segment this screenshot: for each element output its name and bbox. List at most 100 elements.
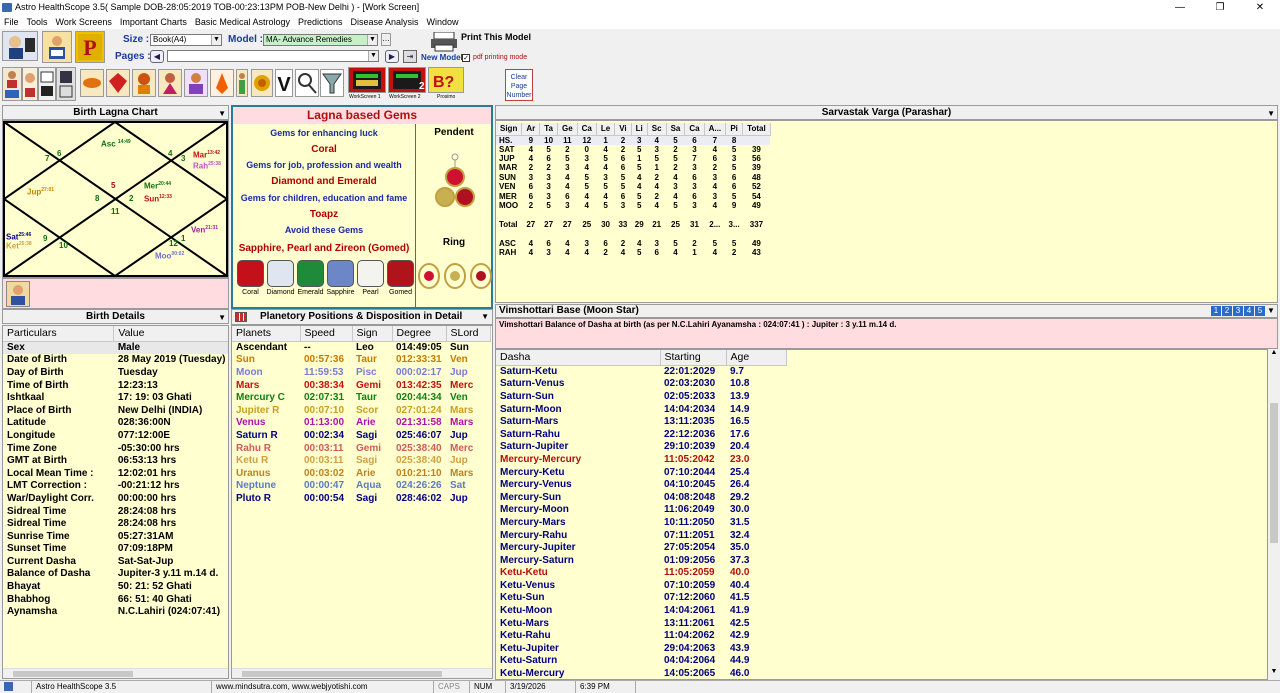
pages-go-icon[interactable]: ⇥ — [403, 50, 417, 63]
person-reading-icon[interactable] — [42, 31, 72, 63]
report-icon[interactable] — [56, 67, 76, 101]
menu-important-charts[interactable]: Important Charts — [116, 15, 191, 29]
pdf-mode-checkbox[interactable]: ✓ — [462, 54, 470, 62]
minimize-button[interactable]: — — [1160, 0, 1200, 15]
pages-select[interactable]: ▼ — [167, 50, 379, 62]
chevron-down-icon[interactable]: ▼ — [1267, 107, 1275, 120]
astrologer-icon[interactable] — [2, 31, 38, 61]
sarvastak-col-header[interactable]: Pi — [725, 123, 744, 136]
person-icon[interactable] — [6, 281, 30, 307]
sarvastak-cell: 5 — [546, 201, 551, 211]
new-model-button[interactable]: New Model — [421, 53, 463, 62]
sarvastak-col-header[interactable]: Sc — [647, 123, 667, 136]
family-icon[interactable] — [2, 67, 22, 101]
birth-detail-row: Bhabhog 66: 51: 40 Ghati — [3, 593, 228, 606]
clear-page-number-button[interactable]: Clear Page Number — [505, 69, 533, 101]
col-sign[interactable]: Sign — [352, 326, 393, 342]
sarvastak-col-header[interactable]: Sa — [666, 123, 686, 136]
sarvastak-col-header[interactable]: Ca — [577, 123, 597, 136]
col-dasha[interactable]: Dasha — [496, 350, 661, 366]
sarvastak-col-header[interactable]: A... — [704, 123, 727, 136]
sarvastak-header[interactable]: Sarvastak Varga (Parashar) ▼ — [495, 105, 1278, 120]
workscreen-2-icon[interactable]: 2 — [388, 67, 426, 93]
restore-button[interactable]: ❐ — [1200, 0, 1240, 15]
lady-icon[interactable] — [158, 69, 182, 97]
scroll-down-icon[interactable]: ▼ — [1268, 668, 1280, 678]
filter-icon[interactable] — [320, 69, 344, 97]
vimshottari-tab-4[interactable]: 4 — [1244, 306, 1254, 316]
scroll-up-icon[interactable]: ▲ — [1268, 349, 1280, 359]
scrollbar-thumb[interactable] — [13, 671, 133, 677]
deity-icon[interactable] — [132, 69, 156, 97]
menu-disease-analysis[interactable]: Disease Analysis — [347, 15, 423, 29]
menu-tools[interactable]: Tools — [23, 15, 52, 29]
figure-icon[interactable] — [236, 69, 248, 97]
chevron-down-icon[interactable]: ▼ — [218, 107, 226, 120]
flame-icon[interactable] — [210, 69, 234, 97]
prosimo-icon[interactable]: B? — [428, 67, 464, 93]
col-planets[interactable]: Planets — [232, 326, 301, 342]
print-model-button[interactable]: Print This Model — [460, 33, 532, 42]
v-icon[interactable]: V — [275, 69, 293, 97]
col-slord[interactable]: SLord — [446, 326, 491, 342]
house-number: 1 — [181, 234, 186, 243]
sarvastak-cell: 3 — [546, 247, 551, 257]
birth-details-scrollbar[interactable] — [3, 668, 228, 678]
fish-icon[interactable] — [80, 69, 104, 97]
sarvastak-cell: 4 — [636, 172, 642, 182]
gem-icon[interactable] — [106, 69, 130, 97]
menu-work-screens[interactable]: Work Screens — [52, 15, 116, 29]
sarvastak-col-header[interactable]: Ca — [684, 123, 705, 136]
planetary-header[interactable]: Planetory Positions & Disposition in Det… — [231, 309, 493, 325]
sarvastak-col-header[interactable]: Sign — [496, 123, 523, 136]
col-particulars[interactable]: Particulars — [3, 326, 115, 342]
sarvastak-col-header[interactable]: Le — [596, 123, 616, 136]
planetary-scrollbar[interactable] — [232, 668, 492, 678]
worship-icon[interactable] — [184, 69, 208, 97]
menu-file[interactable]: File — [0, 15, 23, 29]
sarvastak-col-header[interactable]: Ta — [539, 123, 558, 136]
sun-icon[interactable] — [251, 69, 273, 97]
birth-lagna-chart-header[interactable]: Birth Lagna Chart ▼ — [2, 105, 229, 120]
size-select[interactable]: Book(A4) ▼ — [150, 34, 222, 46]
col-starting[interactable]: Starting — [660, 350, 727, 366]
emerald-stone-icon — [297, 260, 324, 287]
col-degree[interactable]: Degree — [392, 326, 447, 342]
scrollbar-thumb[interactable] — [242, 671, 442, 677]
printer-icon[interactable] — [430, 31, 458, 52]
chevron-down-icon[interactable]: ▼ — [218, 311, 226, 324]
pages-prev-icon[interactable]: ◀ — [150, 50, 164, 63]
p-logo-icon[interactable]: P — [75, 31, 105, 63]
col-value[interactable]: Value — [113, 326, 228, 342]
lagna-gems-panel: Lagna based Gems Gems for enhancing luck… — [231, 105, 493, 309]
notes-icon[interactable] — [38, 67, 56, 101]
scrollbar-thumb[interactable] — [1270, 403, 1278, 543]
menu-basic-medical-astrology[interactable]: Basic Medical Astrology — [191, 15, 294, 29]
sarvastak-col-header[interactable]: Vi — [614, 123, 632, 136]
workscreen-1-icon[interactable] — [348, 67, 386, 93]
magnifier-icon[interactable] — [295, 69, 319, 97]
sarvastak-col-header[interactable]: Total — [742, 123, 771, 136]
dasha-cell: Saturn-Mars — [500, 416, 559, 428]
chevron-down-icon[interactable]: ▼ — [1267, 306, 1275, 315]
sarvastak-col-header[interactable]: Ar — [521, 123, 541, 136]
birth-details-header[interactable]: Birth Details ▼ — [2, 309, 229, 324]
col-speed[interactable]: Speed — [300, 326, 353, 342]
vimshottari-tab-3[interactable]: 3 — [1233, 306, 1243, 316]
dasha-scrollbar[interactable]: ▲ ▼ — [1268, 349, 1280, 680]
model-select[interactable]: MA- Advance Remedies ▼ — [263, 34, 378, 46]
model-browse-icon[interactable]: … — [381, 33, 391, 46]
menu-predictions[interactable]: Predictions — [294, 15, 347, 29]
vimshottari-tab-2[interactable]: 2 — [1222, 306, 1232, 316]
vimshottari-tab-1[interactable]: 1 — [1211, 306, 1221, 316]
vimshottari-tab-5[interactable]: 5 — [1255, 306, 1265, 316]
hands-icon[interactable] — [22, 67, 38, 101]
sarvastak-col-header[interactable]: Ge — [557, 123, 578, 136]
close-button[interactable]: ✕ — [1240, 0, 1280, 15]
col-age[interactable]: Age — [726, 350, 787, 366]
menu-window[interactable]: Window — [423, 15, 463, 29]
sarvastak-cell: 4 — [620, 247, 626, 257]
pages-next-icon[interactable]: ▶ — [385, 50, 399, 63]
chevron-down-icon[interactable]: ▼ — [481, 312, 489, 321]
sarvastak-col-header[interactable]: Li — [631, 123, 648, 136]
